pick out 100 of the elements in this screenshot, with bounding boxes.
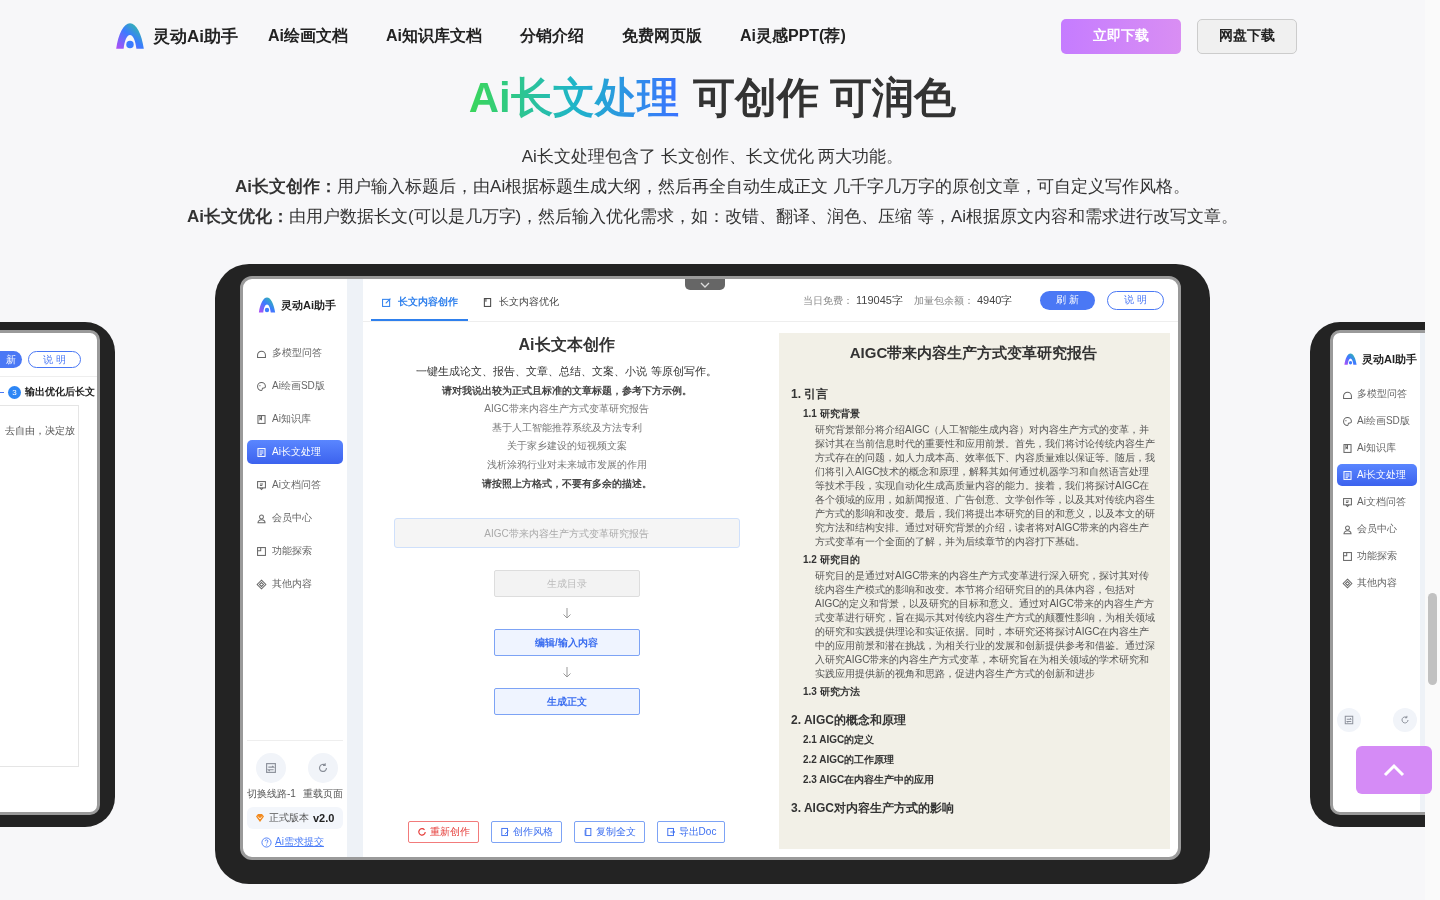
chat-icon	[1342, 388, 1353, 400]
example-title: 关于家乡建设的短视频文案	[506, 439, 627, 453]
action-button[interactable]: 创作风格	[490, 821, 562, 843]
logo-icon	[257, 295, 277, 315]
pill-button[interactable]: 说 明	[28, 351, 81, 368]
sidebar-item[interactable]: 会员中心	[1337, 518, 1417, 540]
sidebar-item[interactable]: Ai绘画SD版	[1337, 410, 1417, 432]
sidebar-item[interactable]: Ai文档问答	[247, 473, 343, 497]
paragraph: 研究背景部分将介绍AIGC（人工智能生成内容）对内容生产方式的变革，并探讨其在当前信息时代的重要性和应用前景。首先，我们将讨论传统内容生产方式存在的问题，如人力成本高、效率低下、内容质量难以保证等。随后，我们将引入AIGC技术的概念和原理，解释其如何通过机器学习和自然语言处理等技术手段，实现自动化生成高质量内容的能力。接着，我们将探讨AIGC在各个领域的应用，如新闻报道、广告创意、文学创作等，以及其对传统内容生产方式的影响和改变。最后，我们将提出本研究的目的和意义，以及本文的研究方法和结构安排。通过对研究背景的介绍，读者将对AIGC带来的内容生产方式变革有一个全面的了解，并为后续章节的内容打下基础。	[814, 423, 1156, 549]
sidebar-item[interactable]: 功能探索	[247, 539, 343, 563]
sidebar-item[interactable]: 多模型问答	[247, 341, 343, 365]
book-icon	[1342, 442, 1353, 454]
sidebar-item[interactable]: 会员中心	[247, 506, 343, 530]
refresh-button[interactable]: 刷 新	[1040, 290, 1096, 310]
step-label: 输出优化后长文	[25, 385, 95, 399]
tab[interactable]: 长文内容优化	[472, 295, 569, 321]
style-icon	[499, 827, 510, 837]
paragraph: 研究目的是通过对AIGC带来的内容生产方式变革进行深入研究，探讨其对传统内容生产模式的影响和改变。本节将介绍研究目的的具体内容，包括对AIGC的定义和背景，以及研究的目标和意义。通过对AIGC带来的内容生产方式变革进行研究，旨在揭示其对传统内容生产方式的颠覆性影响，为相关领域的研究和实践提供理论和实证依据。同时，本研究还将探讨AIGC在内容生产中的应用前景和潜在挑战，为相关行业的发展和创新提供参考和借鉴。通过深入研究AIGC带来的内容生产方式变革，本研究旨在为相关领域的学术研究和实践应用提供新的视角和思路，促进内容生产方式的创新和进步	[814, 569, 1156, 681]
down-arrow-icon	[561, 607, 572, 619]
refresh-icon	[1399, 714, 1411, 726]
step-button[interactable]: 编辑/输入内容	[493, 629, 640, 656]
action-button[interactable]: 重新创作	[407, 821, 479, 843]
description-text: Ai长文处理包含了 长文创作、长文优化 两大功能。	[520, 146, 905, 168]
help-icon	[261, 836, 272, 848]
frame-icon	[1342, 550, 1353, 562]
hero-title-highlight: Ai长文处理	[468, 74, 679, 121]
feedback-link[interactable]: Ai需求提交	[275, 835, 324, 849]
instruction-text: 请对我说出较为正式且标准的文章标题，参考下方示例。	[441, 384, 692, 398]
app-name: 灵动Ai助手	[281, 297, 336, 313]
sidebar-item[interactable]: Ai绘画SD版	[247, 374, 343, 398]
tool-button[interactable]	[308, 753, 338, 783]
tab[interactable]: 长文内容创作	[371, 295, 468, 321]
sidebar-item[interactable]: Ai知识库	[1337, 437, 1417, 459]
description-text: Ai长文创作：用户输入标题后，由Ai根据标题生成大纲，然后再全自动生成正文 几千字几万字的原创文章，可自定义写作风格。	[234, 176, 1191, 198]
subsection-heading: 2.1 AIGC的定义	[802, 733, 876, 747]
text-content: 去自由，决定放	[5, 424, 75, 438]
sidebar-item[interactable]: Ai长文处理	[247, 440, 343, 464]
pill-button[interactable]: 新	[0, 351, 23, 368]
description-text: Ai长文优化：由用户数据长文(可以是几万字)，然后输入优化需求，如：改错、翻译、润色、压缩 等，Ai根据原文内容和需求进行改写文章。	[185, 206, 1240, 228]
chat-icon	[256, 347, 267, 359]
nav-link[interactable]: Ai知识库文档	[386, 25, 482, 47]
instruction-text: 请按照上方格式，不要有多余的描述。	[481, 477, 652, 491]
tool-label: 切换线路-1	[247, 787, 296, 801]
sidebar-item[interactable]: Ai知识库	[247, 407, 343, 431]
route-icon	[264, 761, 279, 775]
step-number: 3	[8, 385, 21, 399]
nav-link[interactable]: 免费网页版	[622, 25, 702, 47]
title-input-field[interactable]: AIGC带来内容生产方式变革研究报告	[393, 518, 740, 548]
document-icon	[482, 296, 493, 308]
quota-label: 当日免费：	[803, 293, 854, 308]
brand-name: 灵动Ai助手	[153, 25, 238, 48]
chevron-down-icon	[700, 281, 710, 288]
user-icon	[1342, 523, 1353, 535]
section-title: Ai长文本创作	[518, 335, 615, 355]
collapse-tab[interactable]	[685, 279, 725, 290]
subsection-heading: 1.2 研究目的	[802, 553, 861, 567]
action-button[interactable]: 导出Doc	[656, 821, 726, 843]
nav-link[interactable]: Ai绘画文档	[268, 25, 348, 47]
chevron-up-icon	[1383, 763, 1405, 777]
export-icon	[665, 827, 676, 837]
sidebar-item[interactable]: Ai文档问答	[1337, 491, 1417, 513]
edit-icon	[381, 296, 392, 308]
action-button[interactable]: 复制全文	[573, 821, 645, 843]
tool-button[interactable]	[1393, 708, 1417, 732]
back-to-top-button[interactable]	[1356, 746, 1432, 794]
example-title: 浅析涂鸦行业对未来城市发展的作用	[486, 457, 647, 472]
down-arrow-icon	[561, 666, 572, 678]
logo-icon	[1343, 351, 1358, 367]
frame-icon	[256, 545, 267, 557]
palette-icon	[1342, 415, 1353, 427]
message-icon	[1342, 496, 1353, 508]
document-icon	[1342, 469, 1353, 481]
sidebar-item[interactable]: 其他内容	[1337, 572, 1417, 594]
subsection-heading: 1.1 研究背景	[802, 407, 861, 421]
message-icon	[256, 479, 267, 491]
tool-button[interactable]	[1337, 708, 1361, 732]
tool-label: 重载页面	[303, 787, 343, 801]
subsection-heading: 2.3 AIGC在内容生产中的应用	[802, 773, 936, 787]
subsection-heading: 1.3 研究方法	[802, 685, 861, 699]
palette-icon	[256, 380, 267, 392]
quota-value: 4940字	[976, 292, 1013, 308]
text-area[interactable]: 去自由，决定放	[0, 405, 79, 767]
nav-link[interactable]: 分销介绍	[520, 25, 584, 47]
cloud-download-button[interactable]: 网盘下载	[1197, 18, 1297, 54]
step-button[interactable]: 生成正文	[493, 688, 640, 715]
document-icon	[256, 446, 267, 458]
sidebar-item[interactable]: Ai长文处理	[1337, 464, 1417, 486]
quota-value: 119045字	[856, 292, 903, 308]
nav-link[interactable]: Ai灵感PPT(荐)	[740, 25, 846, 47]
sidebar-item[interactable]: 其他内容	[247, 572, 343, 596]
help-button[interactable]: 说 明	[1107, 290, 1164, 310]
diamond-icon	[1342, 577, 1353, 589]
tool-button[interactable]	[256, 753, 287, 783]
subsection-heading: 2.2 AIGC的工作原理	[802, 753, 896, 767]
hero-title: 可创作 可润色	[692, 74, 957, 121]
sidebar-item[interactable]: 功能探索	[1337, 545, 1417, 567]
example-title: AIGC带来内容生产方式变革研究报告	[484, 402, 649, 416]
scrollbar-thumb[interactable]	[1428, 593, 1437, 685]
intro-text: 一键生成论文、报告、文章、总结、文案、小说 等原创写作。	[416, 364, 717, 379]
sidebar-item[interactable]: 多模型问答	[1337, 383, 1417, 405]
